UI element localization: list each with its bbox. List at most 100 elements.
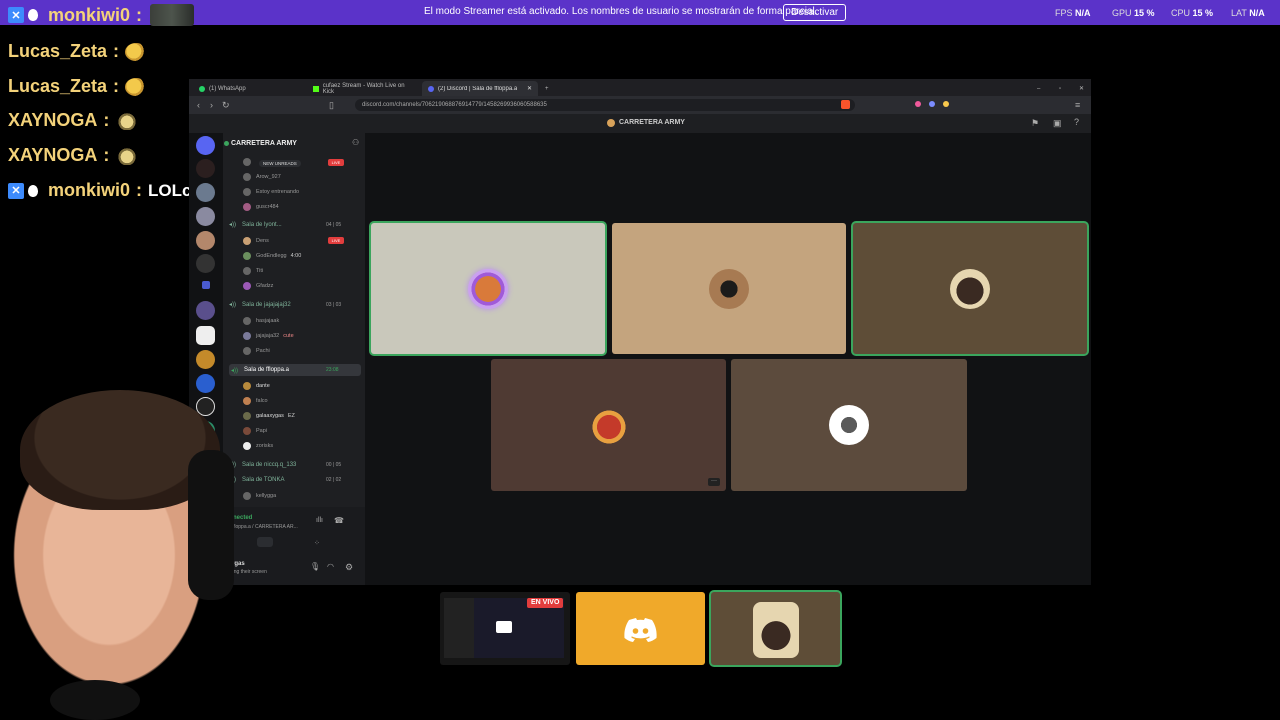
channel-user-count: 03 | 03 [326, 302, 342, 308]
disable-streamer-mode-button[interactable]: Desactivar [783, 4, 847, 21]
extension-icon[interactable] [915, 101, 921, 107]
tab-discord[interactable]: (2) Discord | Sala de ffloppa.a ✕ [422, 81, 538, 96]
participant-avatar [950, 268, 990, 309]
bookmark-icon[interactable]: ▯ [329, 100, 334, 111]
participant-avatar [753, 602, 799, 658]
voice-member[interactable]: guscr484 [243, 203, 279, 211]
headphones-icon[interactable]: ◠ [327, 562, 334, 571]
voice-channel-active[interactable]: ◂)) Sala de ffloppa.a [229, 364, 361, 376]
server-icon[interactable] [196, 301, 215, 320]
voice-connected-channel: floppa.a / CARRETERA AR... [233, 524, 298, 530]
voice-member[interactable]: Pachi [243, 347, 270, 355]
live-badge: EN VIVO [527, 598, 564, 608]
voice-member[interactable]: Papi [243, 427, 267, 435]
avatar [243, 332, 251, 340]
voice-channel[interactable]: ◂)) Sala de lyont... [229, 221, 282, 229]
avatar [243, 252, 251, 260]
avatar [243, 492, 251, 500]
server-icon[interactable] [196, 254, 215, 273]
cpu-stat: CPU 15 % [1171, 8, 1214, 18]
noise-suppression-icon[interactable]: ıllı [316, 517, 323, 524]
extension-icon[interactable] [943, 101, 949, 107]
folder-icon[interactable] [202, 281, 210, 289]
voice-member[interactable]: galaaxygas EZ [243, 412, 295, 420]
status-dot-icon [224, 141, 229, 146]
forward-icon[interactable]: › [210, 100, 213, 110]
screen-share-icon [496, 621, 512, 633]
fps-stat: FPS N/A [1055, 8, 1091, 18]
server-icon[interactable] [196, 326, 215, 345]
disconnect-icon[interactable]: ☎ [334, 516, 344, 525]
voice-member[interactable]: falco [243, 397, 268, 405]
gpu-stat: GPU 15 % [1112, 8, 1155, 18]
url-input[interactable]: discord.com/channels/706219068876914779/… [355, 99, 855, 111]
inbox-icon[interactable]: ▣ [1053, 118, 1062, 129]
server-icon[interactable] [196, 231, 215, 250]
participant-tile[interactable] [731, 359, 967, 491]
chat-message: Lucas_Zeta : [8, 41, 148, 62]
participant-tile[interactable] [612, 223, 846, 354]
participant-avatar [829, 405, 869, 445]
voice-member[interactable]: dante [243, 382, 270, 390]
tab-whatsapp[interactable]: (1) WhatsApp [193, 81, 303, 96]
voice-member[interactable]: Gfadzz [243, 282, 273, 290]
close-window-icon[interactable]: ✕ [1073, 81, 1090, 96]
back-icon[interactable]: ‹ [197, 100, 200, 110]
server-icon[interactable] [196, 183, 215, 202]
voice-member[interactable]: jajajaja32 cute [243, 332, 294, 340]
extension-icon[interactable] [929, 101, 935, 107]
more-options-icon[interactable]: ··· [708, 478, 720, 486]
settings-gear-icon[interactable]: ⚙ [345, 562, 353, 573]
browser-window: (1) WhatsApp cufaez Stream - Watch Live … [189, 79, 1091, 585]
participant-preview[interactable] [711, 592, 840, 665]
minimize-icon[interactable]: – [1031, 81, 1046, 96]
server-icon[interactable] [196, 207, 215, 226]
participant-tile[interactable] [853, 223, 1087, 354]
channel-title: CARRETERA ARMY [619, 119, 685, 126]
channel-timer: 23:08 [326, 367, 339, 373]
voice-member[interactable]: kellygga [243, 492, 276, 500]
server-drops-icon[interactable] [196, 159, 215, 178]
discord-icon [428, 85, 434, 92]
voice-member[interactable]: Dens [243, 237, 269, 245]
voice-member[interactable]: Estoy entrenando [243, 188, 299, 196]
participant-tile[interactable] [371, 223, 605, 354]
participant-tile[interactable]: ··· [491, 359, 726, 491]
voice-member[interactable]: zorisks [243, 442, 273, 450]
close-tab-icon[interactable]: ✕ [527, 85, 532, 92]
activities-icon[interactable]: ⁘ [314, 539, 320, 547]
voice-member[interactable]: GodEndlegg 4:00 [243, 252, 301, 260]
add-member-icon[interactable]: ⚇ [352, 138, 359, 147]
live-badge: LIVE [328, 237, 344, 244]
threads-icon[interactable]: ⚑ [1031, 118, 1039, 129]
headphones [188, 450, 234, 600]
new-tab-button[interactable]: + [539, 81, 555, 96]
screen-share-button[interactable] [257, 537, 273, 547]
discord-title-bar: CARRETERA ARMY ⚑ ▣ ? [189, 114, 1091, 133]
server-icon[interactable] [196, 350, 215, 369]
tab-kick[interactable]: cufaez Stream - Watch Live on Kick [307, 81, 419, 96]
channel-user-count: 00 | 05 [326, 462, 342, 468]
latency-stat: LAT N/A [1231, 8, 1265, 18]
new-unreads-pill[interactable]: NEW UNREADS [259, 160, 301, 167]
discord-preview[interactable] [576, 592, 705, 665]
pepe-emote-icon [125, 77, 148, 96]
avatar [243, 382, 251, 390]
server-name[interactable]: CARRETERA ARMY [231, 140, 297, 147]
maximize-icon[interactable]: ▫ [1053, 81, 1067, 96]
discord-home-icon[interactable] [196, 136, 215, 155]
help-icon[interactable]: ? [1074, 117, 1079, 127]
voice-channel[interactable]: ◂)) Sala de jajajajaj32 [229, 301, 291, 309]
drop-badge-icon [28, 184, 38, 197]
voice-member[interactable]: hasjajaak [243, 317, 279, 325]
kick-icon [313, 85, 319, 92]
reload-icon[interactable]: ↻ [222, 100, 230, 111]
microphone-icon[interactable]: 🎙 [310, 562, 320, 571]
voice-member[interactable]: Arow_927 [243, 173, 281, 181]
menu-icon[interactable]: ≡ [1075, 100, 1080, 110]
voice-member[interactable]: Titi [243, 267, 263, 275]
chat-username: Lucas_Zeta [8, 41, 108, 61]
chat-username: monkiwi0 [48, 180, 131, 200]
voice-user-panel: nected floppa.a / CARRETERA AR... ıllı ☎… [223, 507, 365, 585]
brave-shield-icon[interactable] [841, 100, 850, 109]
